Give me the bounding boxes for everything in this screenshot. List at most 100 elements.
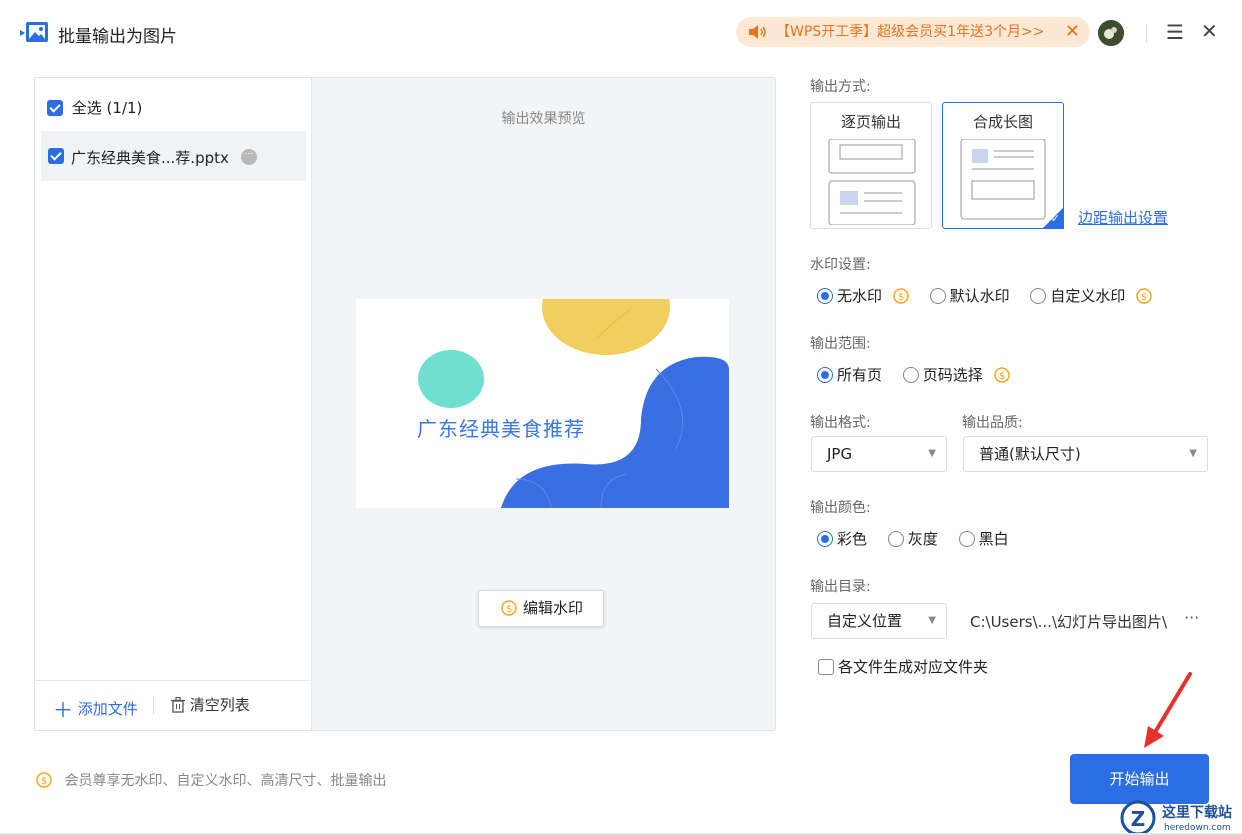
- red-arrow-annotation-icon: [1144, 672, 1192, 748]
- format-label: 输出格式:: [810, 415, 871, 431]
- caret-down-icon: ▼: [928, 448, 936, 459]
- radio-label: 默认水印: [949, 287, 1010, 305]
- folder-per-file-checkbox[interactable]: 各文件生成对应文件夹: [818, 656, 988, 677]
- clear-list-button[interactable]: 清空列表: [171, 694, 250, 715]
- radio-label: 彩色: [837, 530, 868, 548]
- svg-text:$: $: [898, 292, 904, 303]
- margin-settings-link[interactable]: 边距输出设置: [1078, 207, 1168, 228]
- range-radio-group: 所有页 页码选择 $: [817, 364, 1026, 385]
- slide-preview: 广东经典美食推荐: [356, 299, 729, 508]
- file-list: 全选 (1/1) 广东经典美食...荐.pptx ··· ＋ 添加文件 清空列表: [35, 78, 312, 730]
- radio-selected-icon: [817, 366, 833, 383]
- preview-title: 输出效果预览: [501, 111, 586, 127]
- svg-text:heredown.com: heredown.com: [1164, 823, 1231, 833]
- more-options-icon[interactable]: ···: [241, 149, 257, 165]
- promo-banner[interactable]: 【WPS开工季】超级会员买1年送3个月>> ✕: [736, 17, 1090, 47]
- promo-close-icon[interactable]: ✕: [1065, 17, 1080, 47]
- checkbox-checked-icon: [47, 99, 63, 116]
- radio-color[interactable]: 彩色: [817, 528, 867, 549]
- close-icon[interactable]: ✕: [1201, 19, 1218, 43]
- caret-down-icon: ▼: [928, 615, 936, 626]
- svg-text:$: $: [1141, 292, 1147, 303]
- range-label: 输出范围:: [810, 336, 871, 352]
- radio-label: 页码选择: [922, 366, 983, 384]
- mode-option-long-image[interactable]: 合成长图 ✓: [942, 102, 1064, 229]
- file-list-actions: ＋ 添加文件 清空列表: [35, 680, 311, 730]
- speaker-icon: [749, 25, 766, 39]
- add-file-label: 添加文件: [77, 700, 138, 718]
- radio-default-watermark[interactable]: 默认水印: [929, 285, 1010, 306]
- select-all-checkbox[interactable]: 全选 (1/1): [47, 97, 142, 118]
- list-item[interactable]: 广东经典美食...荐.pptx ···: [41, 131, 306, 181]
- radio-page-select[interactable]: 页码选择 $: [902, 364, 1010, 385]
- member-note: $ 会员尊享无水印、自定义水印、高清尺寸、批量输出: [36, 770, 386, 790]
- dir-label: 输出目录:: [810, 579, 871, 595]
- radio-unselected-icon: [929, 287, 946, 304]
- plus-icon: ＋: [53, 698, 73, 722]
- radio-unselected-icon: [902, 366, 919, 383]
- quality-label: 输出品质:: [962, 415, 1023, 431]
- select-all-label: 全选 (1/1): [71, 99, 143, 117]
- title-separator: [1146, 24, 1147, 42]
- radio-black-white[interactable]: 黑白: [958, 528, 1009, 549]
- image-export-icon: [20, 22, 48, 42]
- main-panel: 全选 (1/1) 广东经典美食...荐.pptx ··· ＋ 添加文件 清空列表…: [34, 77, 776, 731]
- window-title: 批量输出为图片: [58, 27, 177, 47]
- radio-selected-icon: [817, 530, 833, 547]
- radio-unselected-icon: [1030, 287, 1047, 304]
- member-note-text: 会员尊享无水印、自定义水印、高清尺寸、批量输出: [64, 773, 387, 789]
- watermark-radio-group: 无水印 $ 默认水印 自定义水印 $: [817, 285, 1168, 306]
- output-mode-label: 输出方式:: [810, 79, 871, 95]
- format-value: JPG: [827, 445, 853, 463]
- radio-no-watermark[interactable]: 无水印 $: [817, 285, 909, 306]
- file-name: 广东经典美食...荐.pptx: [71, 149, 229, 167]
- site-logo-watermark: Z 这里下载站 heredown.com: [1120, 800, 1232, 835]
- promo-text: 【WPS开工季】超级会员买1年送3个月>>: [776, 24, 1045, 40]
- format-select[interactable]: JPG ▼: [811, 436, 947, 472]
- checkbox-checked-icon[interactable]: [48, 148, 64, 164]
- svg-text:Z: Z: [1131, 807, 1146, 831]
- mode-option-label: 逐页输出: [840, 113, 901, 131]
- radio-grayscale[interactable]: 灰度: [887, 528, 938, 549]
- dir-mode-select[interactable]: 自定义位置 ▼: [811, 603, 947, 639]
- svg-text:$: $: [998, 371, 1004, 382]
- svg-text:$: $: [41, 776, 47, 787]
- avatar[interactable]: [1098, 20, 1124, 46]
- radio-label: 无水印: [837, 287, 883, 305]
- color-label: 输出颜色:: [810, 500, 871, 516]
- slide-shapes: [418, 299, 729, 508]
- action-separator: [153, 696, 154, 714]
- menu-icon[interactable]: ☰: [1166, 20, 1184, 44]
- radio-custom-watermark[interactable]: 自定义水印 $: [1030, 285, 1152, 306]
- watermark-label: 水印设置:: [810, 257, 871, 273]
- radio-label: 灰度: [907, 530, 938, 548]
- trash-icon: [171, 696, 185, 713]
- quality-value: 普通(默认尺寸): [979, 445, 1081, 463]
- per-page-illustration-icon: [828, 139, 916, 225]
- radio-selected-icon: [817, 287, 833, 304]
- quality-select[interactable]: 普通(默认尺寸) ▼: [963, 436, 1208, 472]
- svg-text:$: $: [506, 604, 512, 615]
- radio-label: 黑白: [978, 530, 1009, 548]
- clear-list-label: 清空列表: [189, 696, 250, 714]
- vip-coin-icon: $: [1136, 287, 1152, 304]
- mode-option-label: 合成长图: [972, 113, 1033, 131]
- color-radio-group: 彩色 灰度 黑白: [817, 528, 1025, 549]
- radio-all-pages[interactable]: 所有页: [817, 364, 882, 385]
- radio-unselected-icon: [887, 530, 904, 547]
- vip-coin-icon: $: [893, 287, 909, 304]
- radio-label: 所有页: [837, 366, 883, 384]
- edit-watermark-button[interactable]: $ 编辑水印: [478, 590, 604, 627]
- mode-option-per-page[interactable]: 逐页输出: [810, 102, 932, 229]
- title-bar: 批量输出为图片 【WPS开工季】超级会员买1年送3个月>> ✕ ☰ ✕: [0, 0, 1242, 64]
- add-file-button[interactable]: ＋ 添加文件: [53, 694, 138, 723]
- edit-watermark-label: 编辑水印: [523, 599, 584, 617]
- vip-coin-icon: $: [501, 600, 517, 616]
- start-export-button[interactable]: 开始输出: [1070, 754, 1209, 804]
- browse-more-icon[interactable]: ···: [1184, 608, 1199, 627]
- vip-coin-icon: $: [993, 366, 1010, 383]
- check-icon: ✓: [1050, 212, 1060, 225]
- long-image-illustration-icon: [960, 139, 1046, 220]
- output-path: C:\Users\...\幻灯片导出图片\: [970, 613, 1168, 631]
- preview-area: 输出效果预览 广东经典美食推荐 $ 编辑水印: [312, 78, 775, 730]
